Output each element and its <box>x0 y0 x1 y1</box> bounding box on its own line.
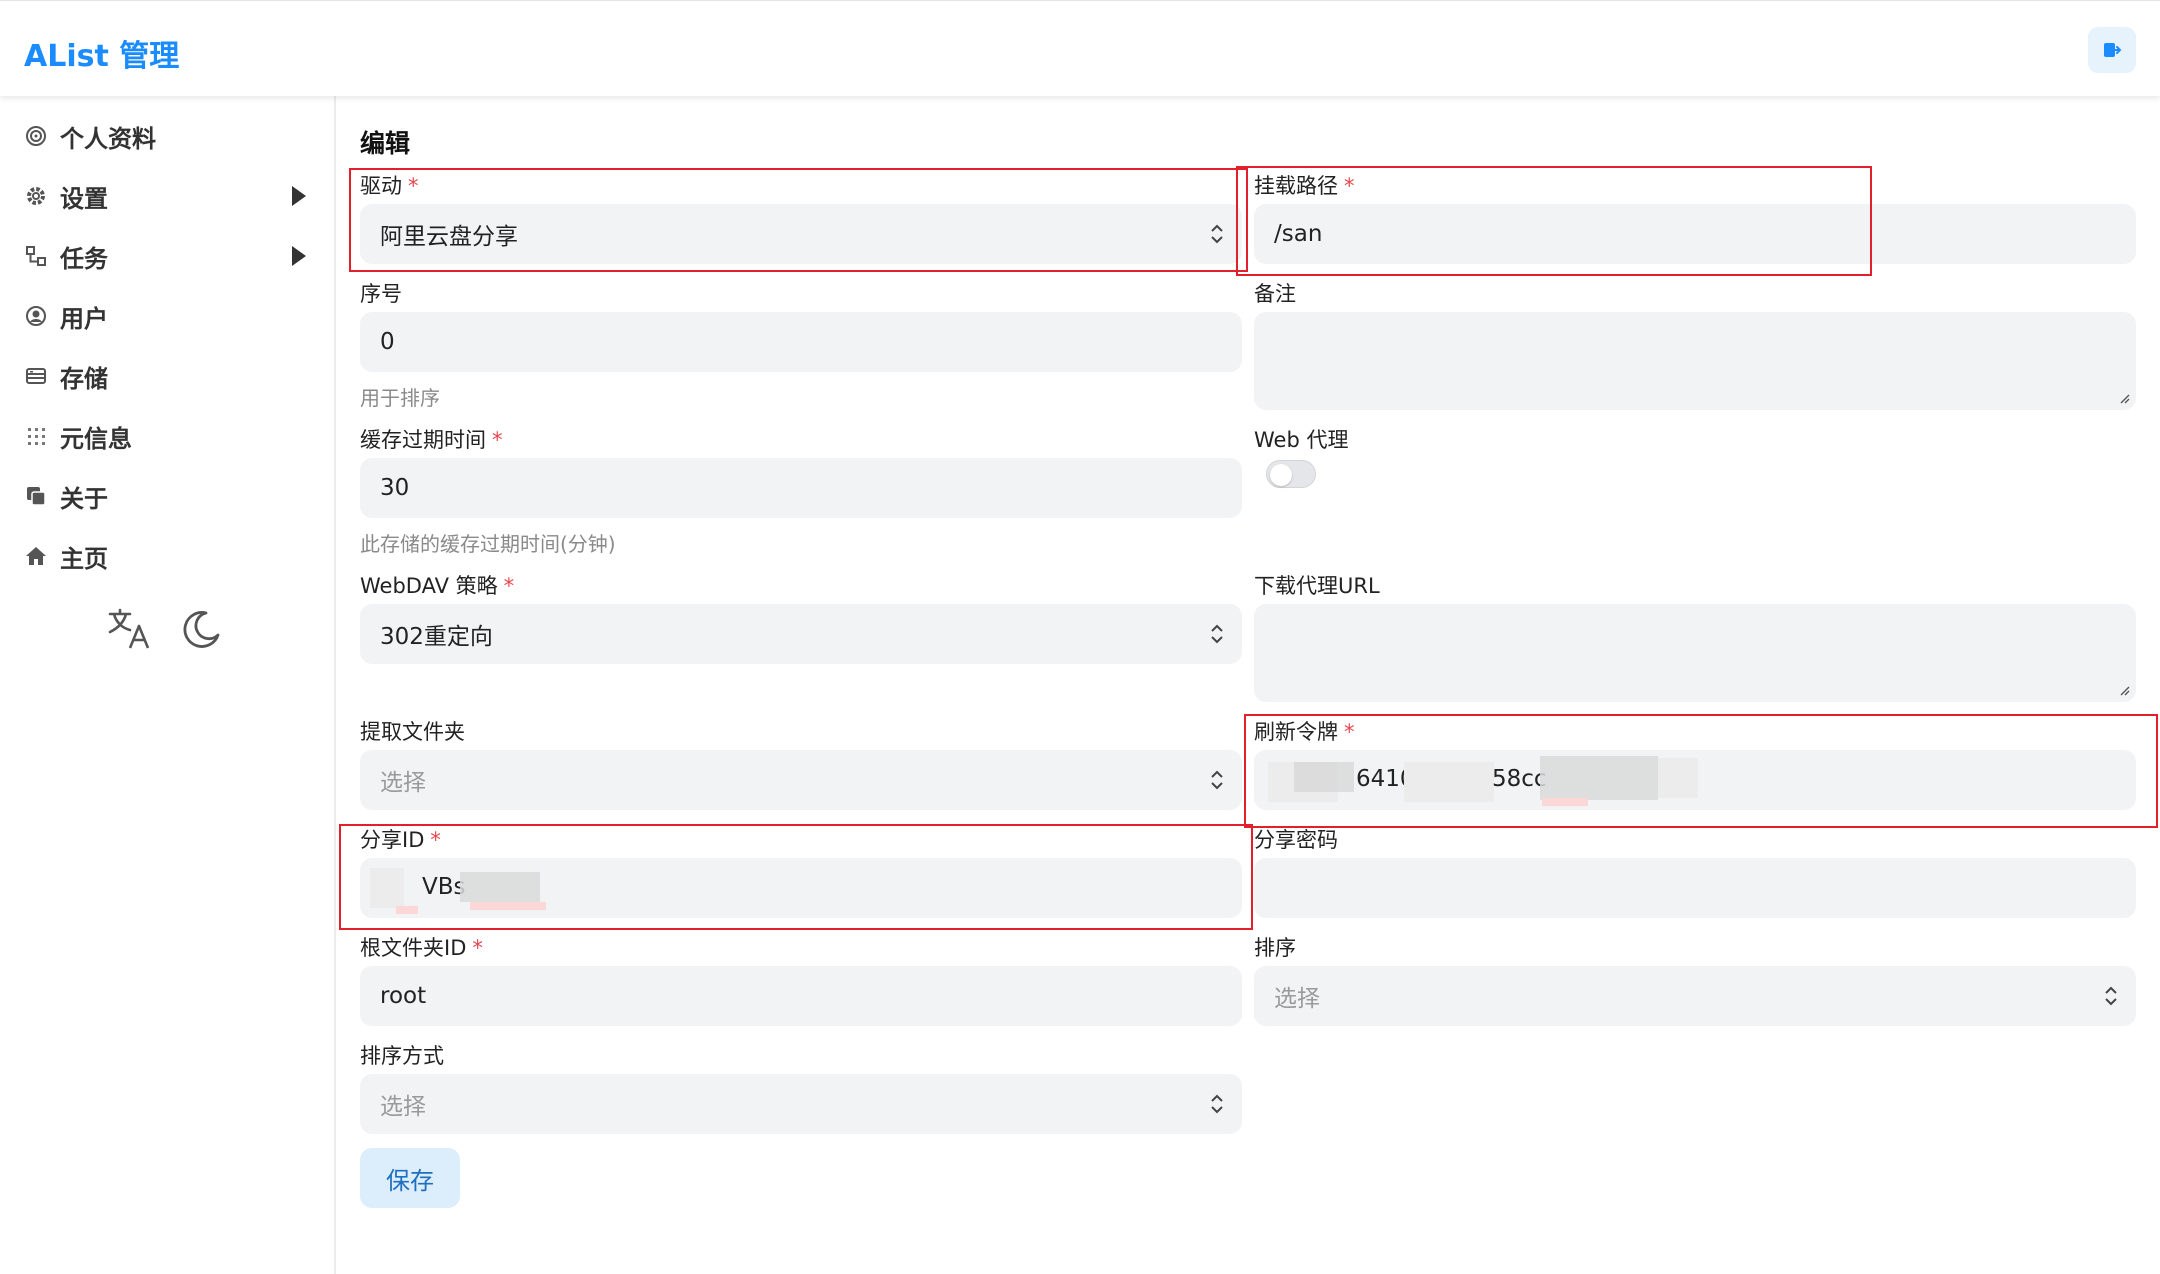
cache-expiration-value: 30 <box>380 475 410 501</box>
save-button[interactable]: 保存 <box>360 1148 460 1208</box>
share-id-label: 分享ID * <box>360 828 441 852</box>
resize-grip-icon <box>2120 686 2130 696</box>
redacted-block <box>1404 762 1494 802</box>
sidebar-item-label: 用户 <box>60 304 108 333</box>
download-proxy-url-textarea[interactable] <box>1254 604 2136 702</box>
sidebar-item-users[interactable]: 用户 <box>24 296 320 336</box>
sidebar: 个人资料 设置 任务 用户 存储 元信息 关于 主页 <box>0 96 336 1274</box>
order-hint: 用于排序 <box>360 386 440 410</box>
logout-icon <box>2104 43 2122 57</box>
translate-icon[interactable] <box>108 608 152 654</box>
sidebar-item-label: 存储 <box>60 364 108 393</box>
redacted-block <box>396 906 418 914</box>
web-proxy-toggle[interactable] <box>1266 460 1316 488</box>
gear-icon <box>24 184 48 208</box>
redacted-block <box>1542 798 1588 806</box>
home-icon <box>24 544 48 568</box>
order-label: 序号 <box>360 282 402 306</box>
top-header: AList 管理 <box>0 0 2160 96</box>
cache-expiration-hint: 此存储的缓存过期时间(分钟) <box>360 532 616 556</box>
storage-icon <box>24 364 48 388</box>
web-proxy-label: Web 代理 <box>1254 428 1349 452</box>
driver-select[interactable]: 阿里云盘分享 <box>360 204 1242 264</box>
order-value: 0 <box>380 329 395 355</box>
redacted-block <box>1294 762 1354 792</box>
sidebar-item-storage[interactable]: 存储 <box>24 356 320 396</box>
order-direction-select[interactable]: 选择 <box>360 1074 1242 1134</box>
redacted-block <box>470 902 546 910</box>
root-folder-id-value: root <box>380 983 427 1009</box>
chevron-right-icon <box>292 186 306 206</box>
order-by-label: 排序 <box>1254 936 1296 960</box>
sidebar-item-label: 个人资料 <box>60 124 156 153</box>
main-content: 编辑 驱动 * 阿里云盘分享 挂载路径 * /san 序号 0 用于排序 备注 缓存… <box>338 96 2160 1274</box>
driver-select-value: 阿里云盘分享 <box>380 224 518 250</box>
redacted-block <box>460 872 540 902</box>
driver-label: 驱动 * <box>360 174 419 198</box>
fingerprint-icon <box>24 124 48 148</box>
order-by-select[interactable]: 选择 <box>1254 966 2136 1026</box>
cache-expiration-label: 缓存过期时间 * <box>360 428 503 452</box>
redacted-block <box>370 868 404 908</box>
sidebar-item-label: 主页 <box>60 544 108 573</box>
share-password-input[interactable] <box>1254 858 2136 918</box>
root-folder-id-label: 根文件夹ID * <box>360 936 483 960</box>
share-id-input[interactable]: VBs <box>360 858 1242 918</box>
redacted-block <box>1658 758 1698 798</box>
webdav-policy-label: WebDAV 策略 * <box>360 574 515 598</box>
page-title: 编辑 <box>360 129 411 158</box>
order-direction-placeholder: 选择 <box>380 1094 426 1120</box>
app-title: AList 管理 <box>24 39 180 74</box>
sidebar-item-label: 关于 <box>60 484 108 513</box>
sidebar-item-about[interactable]: 关于 <box>24 476 320 516</box>
logout-button[interactable] <box>2088 27 2136 73</box>
cache-expiration-input[interactable]: 30 <box>360 458 1242 518</box>
refresh-token-visible-2: 58cc <box>1492 766 1547 792</box>
extract-folder-select[interactable]: 选择 <box>360 750 1242 810</box>
select-arrows-icon <box>1211 1094 1223 1114</box>
order-input[interactable]: 0 <box>360 312 1242 372</box>
extract-folder-placeholder: 选择 <box>380 770 426 796</box>
mount-path-label: 挂载路径 * <box>1254 174 1355 198</box>
select-arrows-icon <box>2105 986 2117 1006</box>
order-by-placeholder: 选择 <box>1274 986 1320 1012</box>
toggle-knob <box>1270 464 1292 486</box>
redacted-block <box>1540 756 1658 800</box>
tasks-icon <box>24 244 48 268</box>
sidebar-item-label: 任务 <box>60 244 108 273</box>
extract-folder-label: 提取文件夹 <box>360 720 465 744</box>
sidebar-item-home[interactable]: 主页 <box>24 536 320 576</box>
refresh-token-input[interactable]: 6410 58cc <box>1254 750 2136 810</box>
meta-grid-icon <box>24 424 48 448</box>
chevron-right-icon <box>292 246 306 266</box>
mount-path-input[interactable]: /san <box>1254 204 2136 264</box>
sidebar-item-settings[interactable]: 设置 <box>24 176 320 216</box>
share-id-visible: VBs <box>422 874 466 900</box>
webdav-policy-value: 302重定向 <box>380 624 493 650</box>
sidebar-item-label: 元信息 <box>60 424 132 453</box>
download-proxy-url-label: 下载代理URL <box>1254 574 1380 598</box>
sidebar-tools <box>108 608 222 654</box>
select-arrows-icon <box>1211 224 1223 244</box>
sidebar-item-meta[interactable]: 元信息 <box>24 416 320 456</box>
webdav-policy-select[interactable]: 302重定向 <box>360 604 1242 664</box>
root-folder-id-input[interactable]: root <box>360 966 1242 1026</box>
sidebar-item-tasks[interactable]: 任务 <box>24 236 320 276</box>
user-circle-icon <box>24 304 48 328</box>
dark-mode-moon-icon[interactable] <box>182 609 222 653</box>
copy-icon <box>24 484 48 508</box>
remark-label: 备注 <box>1254 282 1296 306</box>
resize-grip-icon <box>2120 394 2130 404</box>
sidebar-item-profile[interactable]: 个人资料 <box>24 116 320 156</box>
order-direction-label: 排序方式 <box>360 1044 444 1068</box>
select-arrows-icon <box>1211 770 1223 790</box>
remark-textarea[interactable] <box>1254 312 2136 410</box>
mount-path-value: /san <box>1274 221 1323 247</box>
sidebar-item-label: 设置 <box>60 184 108 213</box>
share-password-label: 分享密码 <box>1254 828 1338 852</box>
select-arrows-icon <box>1211 624 1223 644</box>
refresh-token-label: 刷新令牌 * <box>1254 720 1355 744</box>
